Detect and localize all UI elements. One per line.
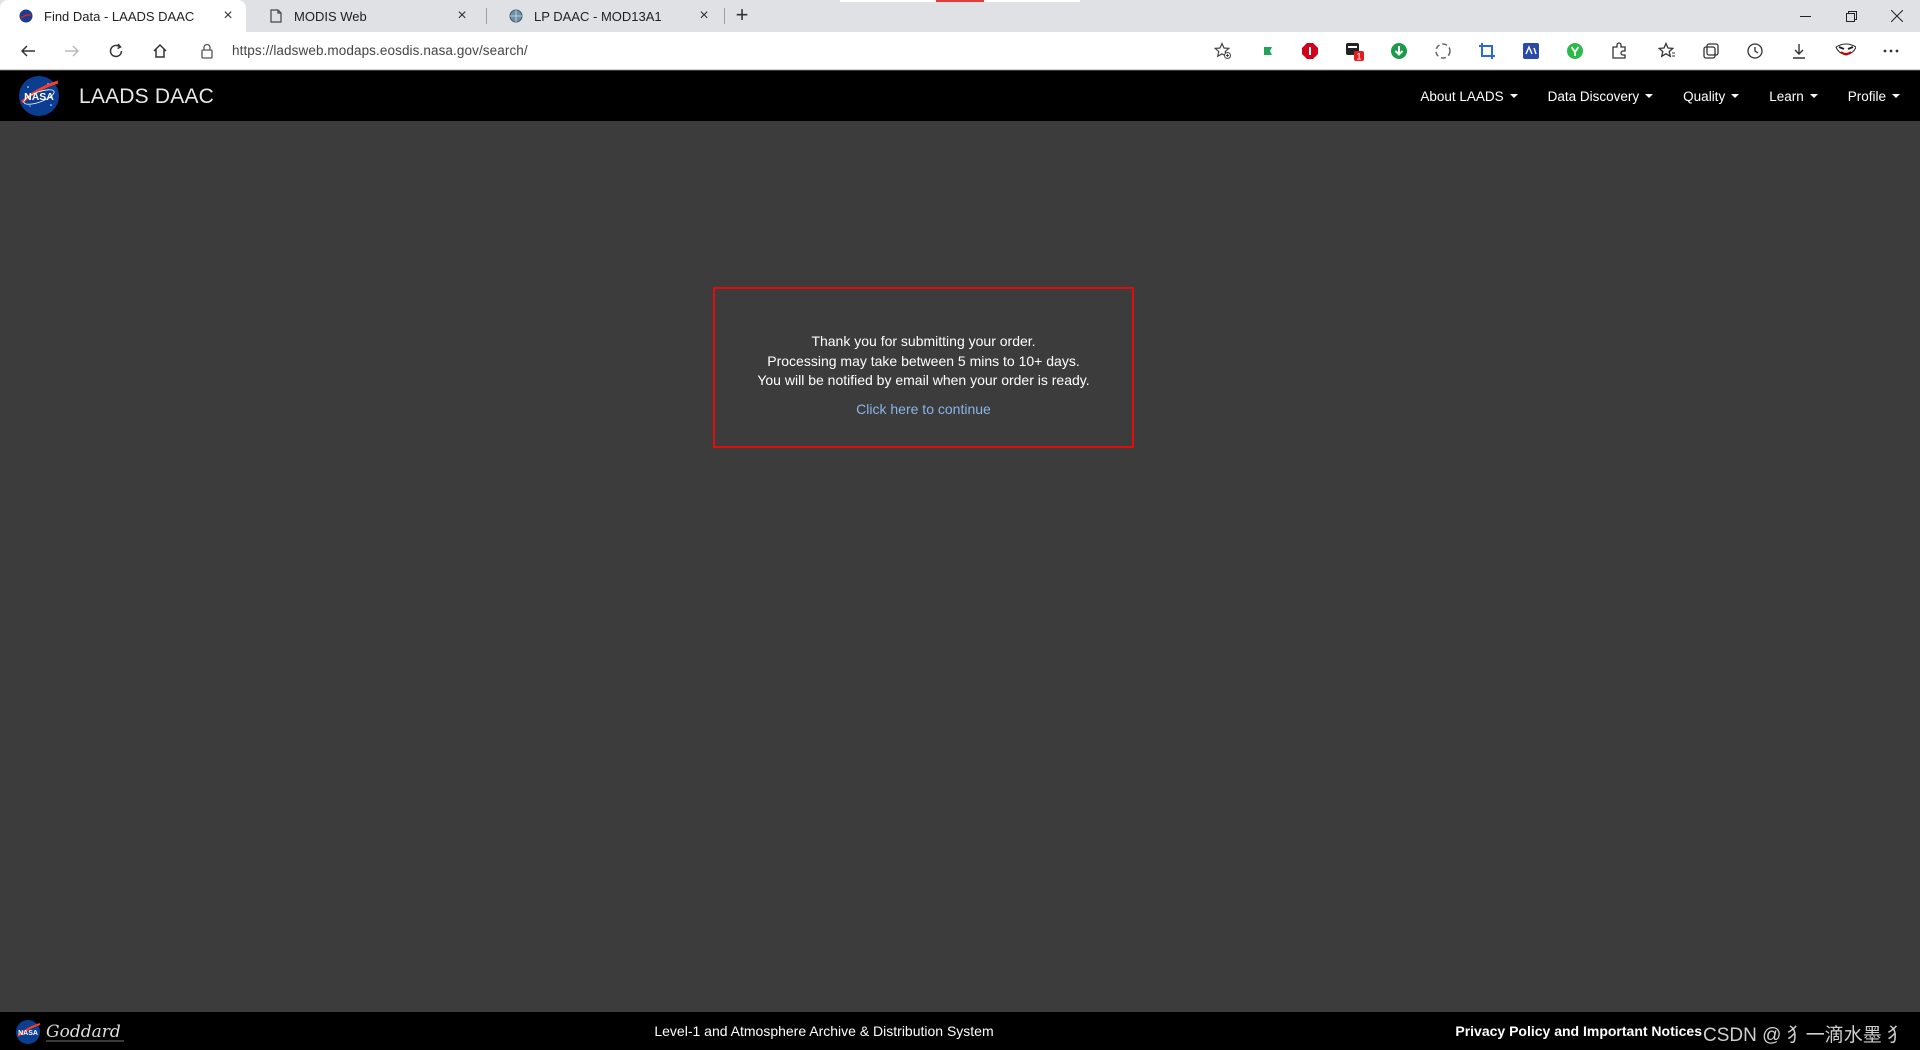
address-bar[interactable]: https://ladsweb.modaps.eosdis.nasa.gov/s… — [190, 36, 1240, 66]
site-title[interactable]: LAADS DAAC — [79, 85, 214, 109]
order-message: Thank you for submitting your order. Pro… — [715, 332, 1132, 391]
browser-toolbar: https://ladsweb.modaps.eosdis.nasa.gov/s… — [0, 32, 1920, 70]
caret-down-icon — [1731, 94, 1740, 98]
caret-down-icon — [1509, 94, 1518, 98]
nav-about-laads[interactable]: About LAADS — [1420, 88, 1518, 104]
nasa-logo-text: NASA — [24, 91, 54, 103]
nav-data-discovery[interactable]: Data Discovery — [1548, 89, 1654, 104]
url-text[interactable]: https://ladsweb.modaps.eosdis.nasa.gov/s… — [232, 43, 528, 58]
downloads-icon[interactable] — [1788, 40, 1810, 62]
profile-avatar-icon[interactable] — [1834, 40, 1856, 62]
nav-learn[interactable]: Learn — [1769, 89, 1818, 104]
tab-separator — [486, 8, 487, 24]
site-header: NASA LAADS DAAC About LAADS Data Discove… — [0, 71, 1920, 121]
main-nav: About LAADS Data Discovery Quality Learn… — [1390, 71, 1900, 121]
privacy-policy-link[interactable]: Privacy Policy and Important Notices — [1455, 1023, 1702, 1039]
crop-extension-icon[interactable] — [1476, 40, 1498, 62]
nav-label: Quality — [1683, 88, 1726, 104]
caret-down-icon — [1645, 94, 1654, 98]
y-extension-icon[interactable] — [1564, 40, 1586, 62]
forward-button[interactable] — [58, 37, 86, 65]
page-favicon-icon — [268, 8, 284, 24]
nav-quality[interactable]: Quality — [1683, 88, 1740, 104]
tab-title: MODIS Web — [294, 8, 367, 24]
minimize-button[interactable] — [1782, 0, 1828, 32]
home-button[interactable] — [146, 37, 174, 65]
add-favorite-icon[interactable] — [1213, 42, 1232, 65]
tab-title: Find Data - LAADS DAAC — [44, 8, 195, 24]
tab-title: LP DAAC - MOD13A1 — [534, 8, 662, 24]
caret-down-icon — [1892, 94, 1900, 98]
message-line: Thank you for submitting your order. — [811, 333, 1036, 349]
history-icon[interactable] — [1744, 40, 1766, 62]
browser-tab-strip: Find Data - LAADS DAAC × MODIS Web × LP … — [0, 0, 1920, 32]
main-content: Thank you for submitting your order. Pro… — [0, 121, 1920, 1012]
tab-find-data[interactable]: Find Data - LAADS DAAC × — [0, 0, 246, 32]
nav-label: Profile — [1847, 88, 1886, 104]
message-line: Processing may take between 5 mins to 10… — [767, 352, 1080, 369]
nav-label: Data Discovery — [1547, 88, 1640, 104]
close-window-button[interactable] — [1874, 0, 1920, 32]
adblock-extension-icon[interactable] — [1299, 40, 1321, 62]
translate-extension-icon[interactable] — [1520, 40, 1542, 62]
favorites-icon[interactable] — [1656, 40, 1678, 62]
collections-icon[interactable] — [1700, 40, 1722, 62]
csdn-watermark: CSDN @ ⺨一滴水墨 ⺨ — [1703, 1025, 1906, 1046]
flag-extension-icon[interactable] — [1257, 40, 1279, 62]
message-line: You will be notified by email when your … — [757, 372, 1090, 388]
nav-label: About LAADS — [1420, 88, 1504, 104]
lock-icon[interactable] — [200, 43, 214, 64]
nav-profile[interactable]: Profile — [1848, 89, 1900, 104]
back-button[interactable] — [14, 37, 42, 65]
tab-separator — [724, 8, 725, 24]
nasa-favicon-icon — [18, 8, 34, 24]
close-tab-icon[interactable]: × — [696, 8, 712, 24]
more-options-icon[interactable] — [1880, 40, 1902, 62]
loading-indicator — [840, 0, 1080, 2]
order-confirmation-box: Thank you for submitting your order. Pro… — [713, 287, 1134, 448]
nasa-logo-icon[interactable]: NASA — [18, 75, 60, 117]
reader-extension-icon[interactable]: 1 — [1343, 40, 1365, 62]
puzzle-extension-icon[interactable] — [1432, 40, 1454, 62]
continue-link[interactable]: Click here to continue — [856, 401, 991, 417]
reload-button[interactable] — [102, 37, 130, 65]
extensions-icon[interactable] — [1608, 40, 1630, 62]
globe-favicon-icon — [508, 8, 524, 24]
tab-lp-daac[interactable]: LP DAAC - MOD13A1 × — [490, 0, 722, 32]
new-tab-button[interactable]: + — [730, 4, 754, 28]
restore-button[interactable] — [1828, 0, 1874, 32]
download-extension-icon[interactable] — [1388, 40, 1410, 62]
caret-down-icon — [1809, 94, 1818, 98]
extension-badge: 1 — [1356, 52, 1361, 62]
footer-title: Level-1 and Atmosphere Archive & Distrib… — [654, 1023, 994, 1039]
close-tab-icon[interactable]: × — [454, 8, 470, 24]
site-footer: NASA Goddard Level-1 and Atmosphere Arch… — [0, 1012, 1920, 1050]
nav-label: Learn — [1769, 88, 1804, 104]
tab-modis-web[interactable]: MODIS Web × — [250, 0, 480, 32]
close-tab-icon[interactable]: × — [220, 8, 236, 24]
